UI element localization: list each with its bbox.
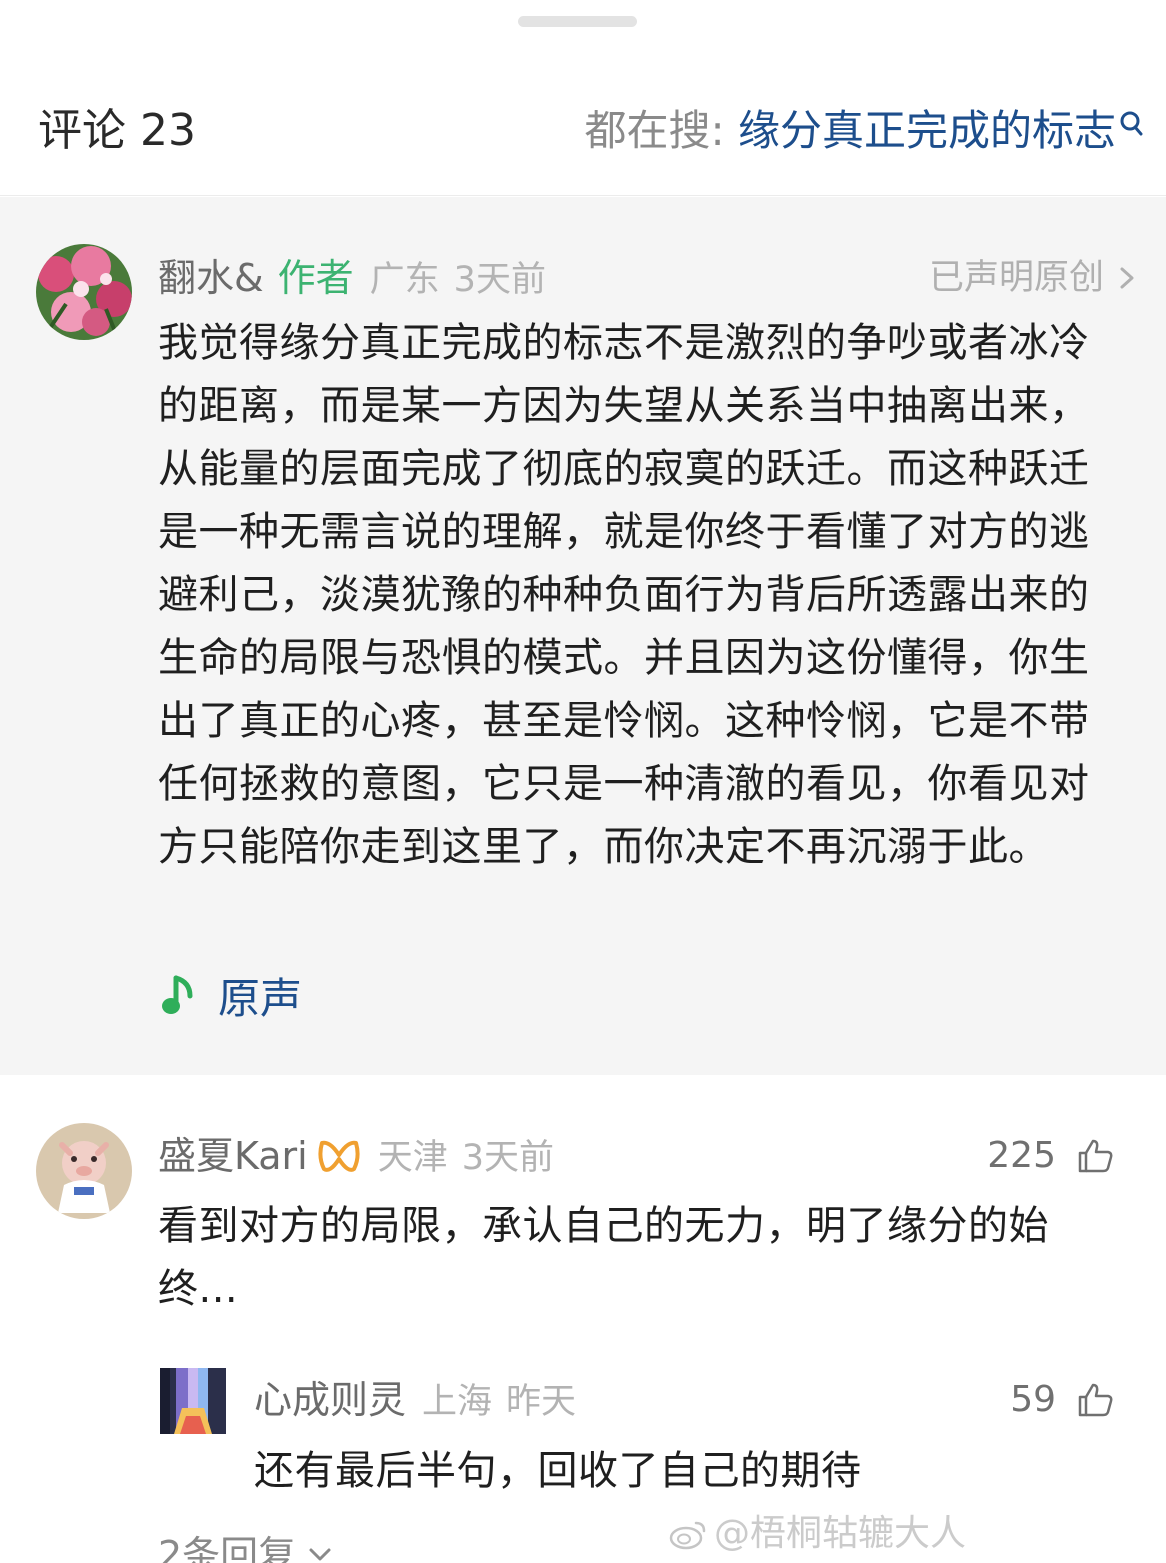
username[interactable]: 翻水& xyxy=(158,253,264,303)
comment-meta: 盛夏Kari 天津 3天前 xyxy=(158,1131,554,1183)
comment-text: 我觉得缘分真正完成的标志不是激烈的争吵或者冰冷的距离，而是某一方因为失望从关系当… xyxy=(158,320,1090,870)
trending-label: 都在搜: xyxy=(584,106,738,155)
more-replies-label: 2条回复 xyxy=(158,1533,297,1563)
author-comment: 翻水& 作者 广东 3天前 已声明原创 我觉得缘分真正完成的标志不是激烈的争吵或… xyxy=(0,197,1166,1075)
author-meta: 翻水& 作者 广东 3天前 xyxy=(158,253,546,305)
avatar[interactable] xyxy=(36,244,132,340)
username[interactable]: 盛夏Kari xyxy=(158,1131,308,1181)
avatar[interactable] xyxy=(160,1368,226,1434)
like-count: 225 xyxy=(987,1135,1056,1176)
expand-replies-button[interactable]: 2条回复 xyxy=(158,1530,334,1563)
reply-meta: 心成则灵 上海 昨天 xyxy=(254,1375,576,1427)
timestamp: 昨天 xyxy=(506,1382,577,1422)
watermark-text: @梧桐轱辘大人 xyxy=(714,1513,967,1554)
thumbs-up-icon xyxy=(1078,1139,1113,1173)
comments-header: 评论 23 都在搜: 缘分真正完成的标志 xyxy=(0,0,1166,196)
voice-button[interactable]: 原声 xyxy=(160,965,302,1025)
original-declared-link[interactable]: 已声明原创 xyxy=(929,253,1136,303)
location: 上海 xyxy=(422,1382,493,1422)
voice-label: 原声 xyxy=(218,973,303,1023)
thumbs-up-icon xyxy=(1078,1383,1113,1417)
avatar[interactable] xyxy=(36,1123,132,1219)
comment-text: 看到对方的局限，承认自己的无力，明了缘分的始终... xyxy=(158,1203,1049,1312)
weibo-logo-icon xyxy=(669,1521,706,1550)
like-button[interactable]: 59 xyxy=(1010,1375,1114,1425)
vip-badge-icon xyxy=(318,1140,360,1172)
search-icon[interactable] xyxy=(1116,108,1146,142)
trending-query[interactable]: 缘分真正完成的标志 xyxy=(738,106,1116,155)
like-button[interactable]: 225 xyxy=(987,1131,1114,1181)
username[interactable]: 心成则灵 xyxy=(254,1375,406,1425)
page-title: 评论 23 xyxy=(38,105,196,156)
music-note-icon xyxy=(162,975,193,1014)
original-label: 已声明原创 xyxy=(928,258,1104,298)
trending-search-link[interactable]: 都在搜: 缘分真正完成的标志 xyxy=(584,104,1116,158)
location: 天津 xyxy=(377,1138,448,1178)
like-count: 59 xyxy=(1010,1379,1056,1420)
reply-text: 还有最后半句，回收了自己的期待 xyxy=(254,1448,862,1494)
location: 广东 xyxy=(369,260,440,300)
author-badge: 作者 xyxy=(277,256,354,300)
timestamp: 3天前 xyxy=(461,1138,555,1178)
chevron-down-icon xyxy=(309,1548,331,1561)
timestamp: 3天前 xyxy=(453,260,546,300)
watermark: @梧桐轱辘大人 xyxy=(668,1512,966,1556)
chevron-right-icon xyxy=(1120,267,1134,289)
